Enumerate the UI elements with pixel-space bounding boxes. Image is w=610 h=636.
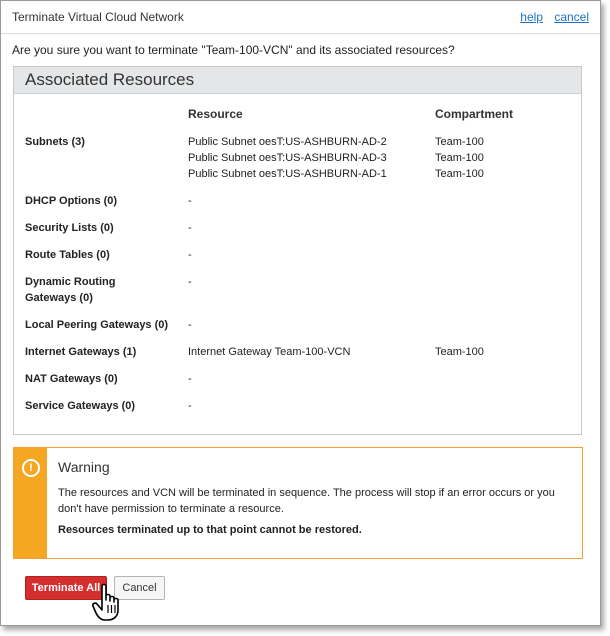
hand-pointer-cursor-icon (92, 583, 119, 621)
warning-strip: ! (14, 448, 47, 558)
compartment-value: Team-100 (435, 346, 484, 358)
dialog-title: Terminate Virtual Cloud Network (12, 10, 184, 24)
row-label: Service Gateways (0) (25, 400, 136, 412)
row-label: Dynamic Routing Gateways (0) (25, 276, 116, 304)
resource-value: Public Subnet oesT:US-ASHBURN-AD-3 (188, 152, 387, 164)
row-label: DHCP Options (0) (25, 195, 118, 207)
row-label: Subnets (3) (25, 136, 85, 148)
row-label: Security Lists (0) (25, 222, 114, 234)
column-header-compartment: Compartment (435, 107, 514, 121)
row-label: Route Tables (0) (25, 249, 110, 261)
warning-title: Warning (58, 459, 110, 475)
row-label: Local Peering Gateways (0) (25, 319, 169, 331)
resource-value: Public Subnet oesT:US-ASHBURN-AD-1 (188, 168, 387, 180)
resource-value: - (188, 195, 192, 207)
resource-value: - (188, 222, 192, 234)
resource-value: - (188, 276, 192, 288)
warning-box: ! Warning The resources and VCN will be … (13, 447, 583, 559)
compartment-value: Team-100 (435, 168, 484, 180)
resource-value: - (188, 319, 192, 331)
resource-value: Public Subnet oesT:US-ASHBURN-AD-2 (188, 136, 387, 148)
exclamation-circle-icon: ! (22, 459, 40, 477)
compartment-value: Team-100 (435, 136, 484, 148)
compartment-cell: Team-100 Team-100 Team-100 (435, 134, 484, 182)
help-link[interactable]: help (520, 10, 543, 24)
resource-value: Internet Gateway Team-100-VCN (188, 346, 351, 358)
warning-bold-text: Resources terminated up to that point ca… (58, 524, 362, 536)
row-label: Internet Gateways (1) (25, 346, 137, 358)
confirmation-question: Are you sure you want to terminate "Team… (12, 43, 455, 57)
warning-text: The resources and VCN will be terminated… (58, 487, 555, 515)
resource-cell: Public Subnet oesT:US-ASHBURN-AD-2 Publi… (188, 134, 387, 182)
resource-value: - (188, 400, 192, 412)
terminate-vcn-dialog: Terminate Virtual Cloud Network help can… (0, 0, 601, 626)
resource-value: - (188, 373, 192, 385)
title-links: help cancel (512, 10, 589, 24)
cancel-link[interactable]: cancel (554, 10, 589, 24)
resource-value: - (188, 249, 192, 261)
dialog-titlebar: Terminate Virtual Cloud Network help can… (1, 1, 600, 34)
row-label: NAT Gateways (0) (25, 373, 118, 385)
panel-heading: Associated Resources (14, 67, 581, 94)
associated-resources-panel: Associated Resources Resource Compartmen… (13, 66, 582, 435)
column-header-resource: Resource (188, 107, 243, 121)
compartment-value: Team-100 (435, 152, 484, 164)
